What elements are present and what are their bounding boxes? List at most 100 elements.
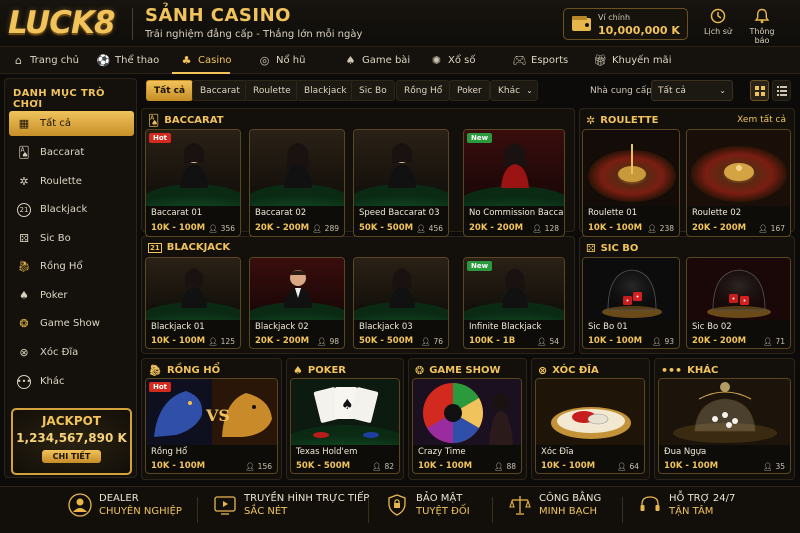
grid-view-button[interactable]	[750, 80, 769, 101]
sidebar-title: DANH MỤC TRÒ CHƠI	[13, 88, 105, 110]
nav-active-indicator	[172, 72, 230, 74]
sidebar-item-roulette[interactable]: ✲ Roulette	[9, 169, 134, 194]
game-name: Rồng Hổ	[151, 447, 188, 457]
history-button[interactable]: Lịch sử	[698, 8, 738, 36]
history-icon	[710, 8, 726, 24]
game-card-speed-baccarat-03[interactable]: Speed Baccarat 03 50K - 500M 👤︎ 456	[353, 129, 449, 237]
player-count: 👤︎ 64	[617, 462, 639, 471]
feature-subtitle: MINH BẠCH	[539, 506, 597, 517]
sidebar-item-blackjack[interactable]: 21 Blackjack	[9, 197, 134, 222]
blackjack-21-icon: 21	[148, 242, 162, 253]
game-card-blackjack-03[interactable]: Blackjack 03 50K - 500M 👤︎ 76	[353, 257, 449, 349]
bet-range: 20K - 200M	[692, 336, 747, 346]
player-count: 👤︎ 167	[758, 224, 785, 233]
sidebar-item-xoc-dia[interactable]: ⊗ Xóc Đĩa	[9, 340, 134, 365]
game-card-roulette-01[interactable]: Roulette 01 10K - 100M 👤︎ 238	[582, 129, 680, 237]
game-card-baccarat-01[interactable]: Hot Baccarat 01 10K - 100M 👤︎ 356	[145, 129, 241, 237]
game-card-no-commission-baccarat[interactable]: New No Commission Baccarat 20K - 200M 👤︎…	[463, 129, 565, 237]
player-count-value: 456	[428, 224, 443, 233]
sidebar-item-poker[interactable]: ♠ Poker	[9, 283, 134, 308]
sidebar-item-other[interactable]: ••• Khác	[9, 369, 134, 394]
feature-fairness: CÔNG BẰNG MINH BẠCH	[508, 493, 601, 517]
user-icon: 👤︎	[208, 337, 218, 346]
game-thumbnail	[536, 379, 644, 445]
game-name: Roulette 02	[692, 208, 742, 218]
filter-chip-poker[interactable]: Poker	[449, 80, 490, 101]
shaker-icon: ⊗	[19, 346, 29, 359]
filter-chip-sicbo[interactable]: Sic Bo	[351, 80, 395, 101]
filter-chip-other[interactable]: Khác ⌄	[490, 80, 538, 101]
game-name: Đua Ngựa	[664, 447, 707, 457]
nav-item-esports[interactable]: 🎮︎ Esports	[513, 47, 569, 74]
wallet-icon	[571, 15, 593, 33]
game-card-roulette-02[interactable]: Roulette 02 20K - 200M 👤︎ 167	[686, 129, 791, 237]
nav-item-promotions[interactable]: 🎁︎ Khuyến mãi	[593, 47, 672, 74]
gift-icon: 🎁︎	[593, 54, 608, 67]
filter-chip-dragon-tiger[interactable]: Rồng Hổ	[396, 80, 451, 101]
list-view-button[interactable]	[772, 80, 791, 101]
filter-chip-roulette[interactable]: Roulette	[245, 80, 299, 101]
see-all-link[interactable]: Xem tất cả	[737, 115, 786, 125]
bet-range: 10K - 100M	[418, 461, 473, 471]
nav-item-sports[interactable]: ⚽ Thể thao	[96, 47, 160, 74]
game-card-infinite-blackjack[interactable]: New Infinite Blackjack 100K - 1B 👤︎ 54	[463, 257, 565, 349]
filter-chip-blackjack[interactable]: Blackjack	[296, 80, 355, 101]
game-thumbnail	[146, 258, 240, 320]
bet-range: 100K - 1B	[469, 336, 516, 346]
logo[interactable]: LUCK8	[8, 5, 116, 41]
game-card-blackjack-01[interactable]: Blackjack 01 10K - 100M 👤︎ 125	[145, 257, 241, 349]
sidebar-item-label: Poker	[40, 290, 68, 301]
game-card-blackjack-02[interactable]: Blackjack 02 20K - 200M 👤︎ 98	[249, 257, 345, 349]
game-card-xoc-dia[interactable]: Xóc Đĩa 10K - 100M 👤︎ 64	[535, 378, 645, 474]
sidebar-item-baccarat[interactable]: 🂡 Baccarat	[9, 140, 134, 165]
nav-item-card-games[interactable]: ♠ Game bài	[344, 47, 411, 74]
jackpot-detail-button[interactable]: CHI TIẾT	[41, 450, 102, 463]
cards-icon: 🂡	[148, 114, 160, 127]
filter-chip-baccarat[interactable]: Baccarat	[192, 80, 248, 101]
game-thumbnail	[659, 379, 790, 445]
sidebar-item-all[interactable]: ▦ Tất cả	[9, 111, 134, 136]
nav-item-casino[interactable]: ♣ Casino	[180, 47, 232, 74]
game-card-baccarat-02[interactable]: Baccarat 02 20K - 200M 👤︎ 289	[249, 129, 345, 237]
sidebar-item-dragon-tiger[interactable]: 🐉︎ Rồng Hổ	[9, 254, 134, 279]
game-card-sicbo-02[interactable]: Sic Bo 02 20K - 200M 👤︎ 71	[686, 257, 791, 349]
game-card-texas-holdem[interactable]: ♠ Texas Hold'em 50K - 500M 👤︎ 82	[290, 378, 400, 474]
section-title: BLACKJACK	[166, 242, 231, 253]
game-thumbnail	[250, 258, 344, 320]
game-card-sicbo-01[interactable]: Sic Bo 01 10K - 100M 👤︎ 93	[582, 257, 680, 349]
header: LUCK8 SẢNH CASINO Trải nghiệm đẳng cấp -…	[0, 0, 800, 46]
svg-text:♠: ♠	[341, 397, 354, 413]
player-count: 👤︎ 156	[245, 462, 272, 471]
user-icon: 👤︎	[762, 337, 773, 346]
feature-support: HỖ TRỢ 24/7 TẬN TÂM	[638, 493, 735, 517]
roulette-icon: ✲	[19, 175, 29, 188]
feature-title: DEALER	[99, 493, 139, 504]
feature-subtitle: TUYỆT ĐỐI	[416, 506, 470, 517]
wallet-box[interactable]: Ví chính 10,000,000 K	[563, 8, 688, 40]
sidebar-item-game-show[interactable]: ❂ Game Show	[9, 311, 134, 336]
nav-item-home[interactable]: ⌂ Trang chủ	[12, 47, 79, 74]
sidebar-item-label: Sic Bo	[40, 233, 71, 244]
dragon-icon: 🐉︎	[148, 364, 162, 377]
game-card-dragon-tiger[interactable]: VS Hot Rồng Hổ 10K - 100M 👤︎ 156	[145, 378, 278, 474]
user-icon: 👤︎	[647, 224, 657, 233]
more-icon: •••	[661, 364, 683, 377]
notification-button[interactable]: Thông báo	[742, 8, 782, 45]
nav-item-lottery[interactable]: ✺ Xổ số	[430, 47, 476, 74]
section-header: ❂ GAME SHOW	[415, 364, 501, 377]
game-card-horse-racing[interactable]: Đua Ngựa 10K - 100M 👤︎ 35	[658, 378, 791, 474]
section-header: ⚄ SIC BO	[586, 242, 638, 255]
player-count: 👤︎ 356	[208, 224, 235, 233]
game-card-crazy-time[interactable]: Crazy Time 10K - 100M 👤︎ 88	[412, 378, 522, 474]
sports-icon: ⚽	[96, 54, 111, 67]
section-title: KHÁC	[687, 365, 719, 376]
sidebar-item-sicbo[interactable]: ⚄ Sic Bo	[9, 226, 134, 251]
player-count: 👤︎ 88	[494, 462, 516, 471]
game-thumbnail	[583, 258, 679, 320]
filter-chip-all[interactable]: Tất cả	[146, 80, 194, 101]
provider-select[interactable]: Tất cả ⌄	[651, 80, 733, 101]
nav-item-slots[interactable]: ◎ Nổ hũ	[258, 47, 306, 74]
game-thumbnail	[354, 130, 448, 206]
user-icon: 👤︎	[762, 462, 773, 471]
player-count-value: 88	[506, 462, 516, 471]
